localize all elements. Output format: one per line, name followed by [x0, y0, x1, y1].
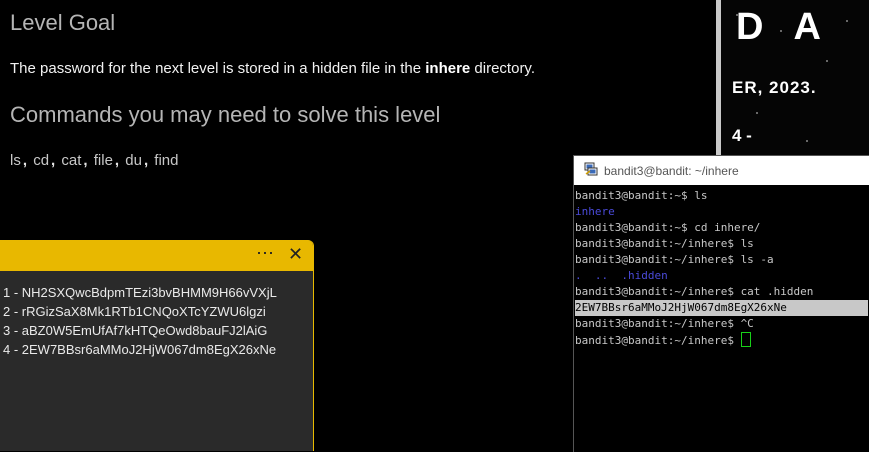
note-line: 3 - aBZ0W5EmUfAf7kHTQeOwd8bauFJ2lAiG: [3, 323, 268, 338]
terminal-titlebar[interactable]: bandit3@bandit: ~/inhere: [574, 156, 869, 185]
banner-number: 4 -: [732, 126, 752, 145]
command-link-file[interactable]: file: [94, 152, 113, 169]
star-decoration: [756, 112, 758, 114]
terminal-line: bandit3@bandit:~/inhere$ ls: [575, 237, 754, 250]
notes-content[interactable]: 1 - NH2SXQwcBdpmTEzi3bvBHMM9H66vVXjL 2 -…: [0, 271, 313, 359]
command-link-ls[interactable]: ls: [10, 152, 21, 169]
terminal-cursor: [740, 332, 751, 347]
terminal-line-directory: inhere: [575, 205, 615, 218]
close-icon[interactable]: ✕: [288, 244, 303, 265]
banner-edge: [716, 0, 721, 155]
command-link-cat[interactable]: cat: [61, 152, 81, 169]
terminal-line: bandit3@bandit:~/inhere$ cat .hidden: [575, 285, 814, 298]
note-line: 4 - 2EW7BBsr6aMMoJ2HjW067dm8EgX26xNe: [3, 342, 277, 357]
goal-text-bold: inhere: [425, 60, 471, 77]
level-goal-text: The password for the next level is store…: [10, 60, 535, 77]
putty-icon: [584, 162, 598, 176]
note-line: 2 - rRGizSaX8Mk1RTb1CNQoXTcYZWU6lgzi: [3, 304, 266, 319]
event-banner: DA ER, 2023. 4 -: [716, 0, 869, 155]
more-options-icon[interactable]: ⋯: [256, 243, 274, 264]
terminal-prompt: bandit3@bandit:~/inhere$: [575, 334, 741, 347]
terminal-title: bandit3@bandit: ~/inhere: [604, 164, 739, 178]
goal-text-prefix: The password for the next level is store…: [10, 60, 426, 77]
commands-heading: Commands you may need to solve this leve…: [10, 102, 441, 127]
terminal-line: bandit3@bandit:~$ cd inhere/: [575, 221, 761, 234]
banner-logo: DA: [736, 6, 851, 48]
command-separator: ,: [22, 152, 28, 169]
command-link-du[interactable]: du: [125, 152, 142, 169]
star-decoration: [826, 60, 828, 62]
terminal-line-listing: . .. .hidden: [575, 269, 668, 282]
terminal-output[interactable]: bandit3@bandit:~$ ls inhere bandit3@bandit…: [574, 185, 869, 349]
terminal-line: bandit3@bandit:~/inhere$ ^C: [575, 317, 754, 330]
level-goal-heading: Level Goal: [10, 10, 116, 35]
star-decoration: [806, 140, 808, 142]
terminal-line: bandit3@bandit:~$ ls: [575, 189, 708, 202]
putty-terminal-window[interactable]: bandit3@bandit: ~/inhere bandit3@bandit:…: [573, 155, 869, 452]
command-separator: ,: [51, 152, 56, 169]
command-link-find[interactable]: find: [154, 152, 178, 169]
banner-date: ER, 2023.: [732, 78, 817, 97]
command-separator: ,: [143, 152, 149, 169]
sticky-notes-window[interactable]: ⋯ ✕ 1 - NH2SXQwcBdpmTEzi3bvBHMM9H66vVXjL…: [0, 240, 314, 451]
command-link-cd[interactable]: cd: [33, 152, 49, 169]
note-line: 1 - NH2SXQwcBdpmTEzi3bvBHMM9H66vVXjL: [3, 285, 277, 300]
terminal-line-selected[interactable]: 2EW7BBsr6aMMoJ2HjW067dm8EgX26xNe: [575, 300, 868, 316]
terminal-line: bandit3@bandit:~/inhere$ ls -a: [575, 253, 774, 266]
commands-list: ls, cd, cat, file, du, find: [10, 152, 178, 169]
command-separator: ,: [83, 152, 88, 169]
command-separator: ,: [114, 152, 120, 169]
notes-titlebar[interactable]: ⋯ ✕: [0, 240, 313, 271]
goal-text-suffix: directory.: [470, 60, 535, 77]
